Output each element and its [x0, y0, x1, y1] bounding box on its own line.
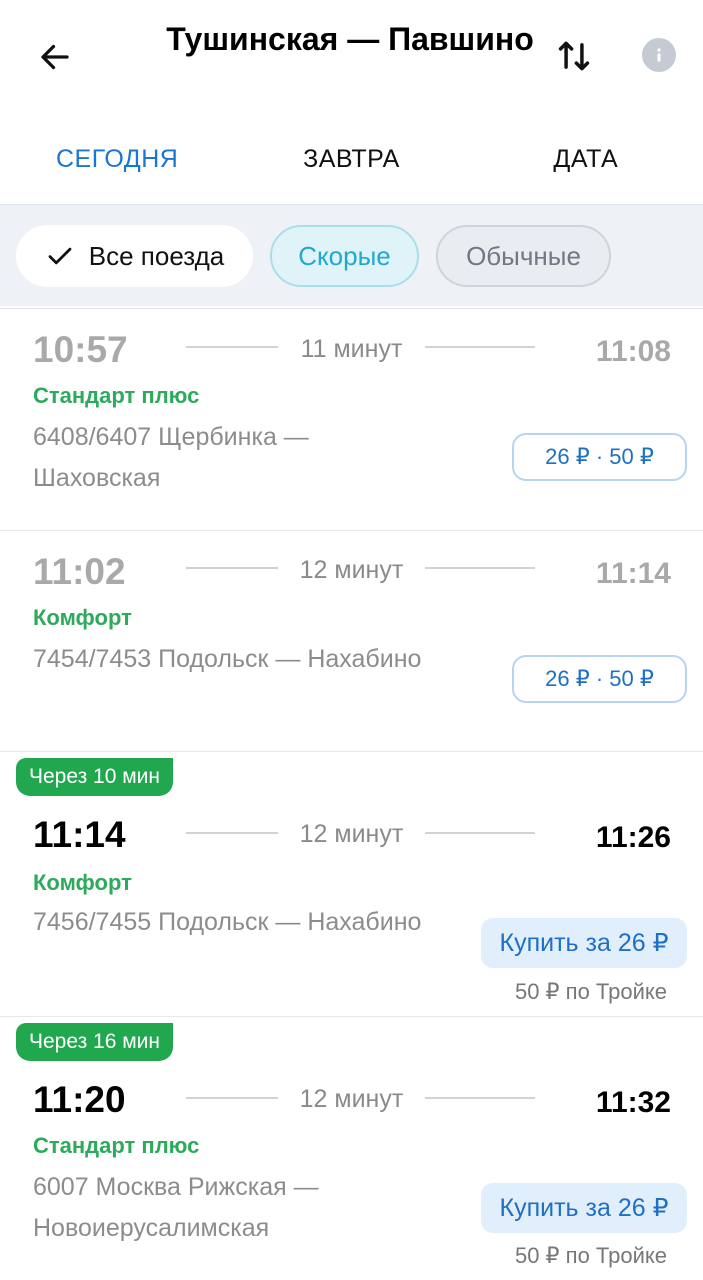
troika-price: 50 ₽ по Тройке — [514, 1243, 667, 1268]
duration-line — [186, 567, 278, 569]
duration-line — [186, 346, 278, 348]
departure-countdown-badge: Через 16 мин — [16, 1023, 173, 1061]
filter-regular[interactable]: Обычные — [436, 225, 611, 287]
train-card[interactable]: 11:02 12 минут 11:14 Комфорт 7454/7453 П… — [0, 530, 703, 751]
departure-countdown-badge: Через 10 мин — [16, 758, 173, 796]
train-type: Стандарт плюс — [33, 1133, 200, 1158]
duration: 12 минут — [299, 1085, 404, 1113]
departure-time: 11:20 — [33, 1079, 126, 1120]
filter-fast[interactable]: Скорые — [270, 225, 419, 287]
arrow-left-icon — [41, 44, 69, 70]
train-type: Стандарт плюс — [33, 383, 200, 408]
duration-line — [425, 1097, 535, 1099]
tab-tomorrow[interactable]: ЗАВТРА — [234, 118, 468, 200]
info-icon — [657, 48, 661, 62]
price-button[interactable]: 26 ₽ · 50 ₽ — [512, 433, 687, 481]
duration-line — [425, 346, 535, 348]
arrival-time: 11:08 — [595, 335, 671, 368]
date-tabs: СЕГОДНЯ ЗАВТРА ДАТА — [0, 118, 703, 200]
duration: 12 минут — [299, 556, 404, 584]
departure-time: 10:57 — [33, 329, 128, 370]
train-route: 7456/7455 Подольск — Нахабино — [33, 908, 422, 936]
filter-bar: Все поезда Скорые Обычные — [0, 204, 703, 306]
troika-price: 50 ₽ по Тройке — [514, 979, 667, 1004]
train-route: 7454/7453 Подольск — Нахабино — [33, 645, 422, 673]
info-button[interactable] — [642, 38, 676, 72]
departure-time: 11:14 — [33, 814, 126, 855]
page-title: Тушинская — Павшино — [166, 21, 534, 57]
price-button[interactable]: 26 ₽ · 50 ₽ — [512, 655, 687, 703]
train-route: 6007 Москва Рижская — Новоиерусалимская — [33, 1173, 319, 1242]
duration-line — [186, 1097, 278, 1099]
swap-direction-button[interactable] — [548, 30, 600, 82]
arrival-time: 11:14 — [595, 557, 671, 590]
app-header: Тушинская — Павшино — [0, 0, 703, 110]
check-icon — [48, 247, 72, 265]
swap-vertical-icon — [558, 41, 590, 71]
duration-line — [425, 567, 535, 569]
train-card[interactable]: Через 10 мин 11:14 12 минут 11:26 Комфор… — [0, 751, 703, 1016]
departure-time: 11:02 — [33, 551, 126, 592]
back-button[interactable] — [30, 32, 80, 82]
tab-date[interactable]: ДАТА — [469, 118, 703, 200]
buy-ticket-button[interactable]: Купить за 26 ₽ — [481, 918, 687, 968]
train-card[interactable]: Через 16 мин 11:20 12 минут 11:32 Станда… — [0, 1016, 703, 1280]
train-type: Комфорт — [33, 605, 132, 630]
train-type: Комфорт — [33, 870, 132, 895]
train-route: 6408/6407 Щербинка — Шаховская — [33, 423, 309, 492]
buy-ticket-button[interactable]: Купить за 26 ₽ — [481, 1183, 687, 1233]
tab-today[interactable]: СЕГОДНЯ — [0, 118, 234, 200]
filter-all-label: Все поезда — [88, 240, 225, 271]
arrival-time: 11:26 — [595, 821, 671, 854]
duration-line — [425, 832, 535, 834]
arrival-time: 11:32 — [595, 1086, 671, 1119]
train-card[interactable]: 10:57 11 минут 11:08 Стандарт плюс 6408/… — [0, 308, 703, 530]
duration: 12 минут — [299, 820, 404, 848]
filter-all-trains[interactable]: Все поезда — [16, 225, 253, 287]
duration: 11 минут — [300, 335, 403, 363]
duration-line — [186, 832, 278, 834]
